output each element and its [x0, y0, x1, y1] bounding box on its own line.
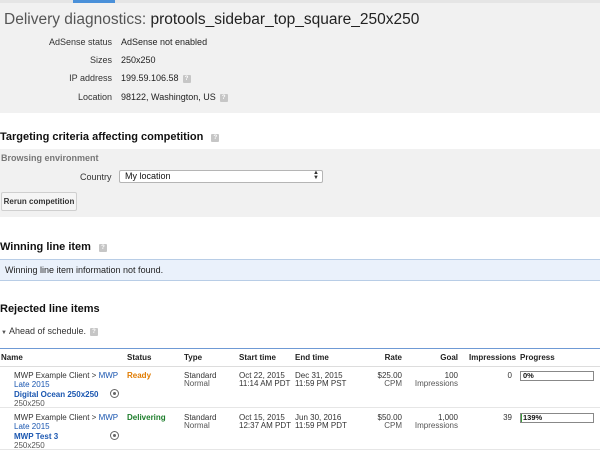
status-badge: Delivering: [127, 413, 166, 422]
column-header-status[interactable]: Status: [127, 353, 151, 362]
targeting-title-text: Targeting criteria affecting competition: [0, 131, 204, 143]
info-value-text: 98122, Washington, US: [121, 92, 216, 102]
line-item-link[interactable]: MWP Test 3: [14, 432, 58, 441]
goal-unit: Impressions: [414, 379, 458, 388]
status-badge: Ready: [127, 371, 152, 380]
progress-bar: 0%: [520, 371, 594, 381]
info-row-sizes: Sizes 250x250: [0, 55, 600, 69]
rate-unit: CPM: [384, 421, 402, 430]
info-label: Location: [77, 92, 112, 102]
end-time: 11:59 PM PDT: [295, 421, 347, 430]
row-name-path: MWP Example Client > MWP: [14, 371, 118, 380]
start-time: 12:37 AM PDT: [239, 421, 292, 430]
start-time: 11:14 AM PDT: [239, 379, 291, 388]
info-row-location: Location 98122, Washington, US?: [0, 92, 600, 106]
campaign-link-continued[interactable]: Late 2015: [14, 380, 50, 389]
help-icon[interactable]: ?: [219, 94, 228, 102]
line-item-link[interactable]: Digital Ocean 250x250: [14, 390, 99, 399]
table-row: MWP Example Client > MWP Late 2015 MWP T…: [0, 409, 600, 450]
country-select[interactable]: My location ▲ ▼: [119, 170, 323, 183]
campaign-link[interactable]: MWP: [99, 413, 119, 422]
info-label: Sizes: [89, 55, 112, 65]
end-time: 11:59 PM PST: [295, 379, 347, 388]
info-value: 250x250: [121, 55, 156, 65]
targeting-section-title: Targeting criteria affecting competition…: [0, 131, 220, 143]
client-name: MWP Example Client >: [14, 413, 97, 422]
progress-label: 0%: [523, 371, 534, 380]
ahead-of-schedule-toggle[interactable]: ▼ Ahead of schedule.?: [1, 326, 99, 336]
column-header-impressions[interactable]: Impressions: [469, 353, 516, 362]
column-header-rate[interactable]: Rate: [350, 353, 402, 362]
goal-unit: Impressions: [414, 421, 458, 430]
info-label: IP address: [69, 73, 112, 83]
type-secondary: Normal: [184, 421, 210, 430]
info-value-text: 199.59.106.58: [121, 73, 179, 83]
top-accent-bar: [0, 0, 600, 3]
help-icon[interactable]: ?: [182, 75, 191, 83]
line-item-size: 250x250: [14, 441, 45, 450]
select-arrows-icon: ▲ ▼: [313, 170, 319, 181]
info-value-with-help: 199.59.106.58?: [121, 73, 191, 83]
page-title: Delivery diagnostics: protools_sidebar_t…: [4, 11, 419, 29]
help-icon[interactable]: ?: [98, 244, 107, 252]
page-title-ad-unit: protools_sidebar_top_square_250x250: [150, 11, 420, 28]
group-label: Ahead of schedule.: [8, 326, 87, 336]
details-circle-icon[interactable]: [110, 431, 119, 440]
rejected-section-title: Rejected line items: [0, 303, 100, 315]
column-header-end-time[interactable]: End time: [295, 353, 329, 362]
column-header-progress[interactable]: Progress: [520, 353, 555, 362]
details-circle-icon[interactable]: [110, 389, 119, 398]
rate-unit: CPM: [384, 379, 402, 388]
active-tab-indicator: [73, 0, 115, 3]
page-title-prefix: Delivery diagnostics:: [4, 11, 147, 28]
help-icon[interactable]: ?: [90, 328, 99, 336]
campaign-link[interactable]: MWP: [99, 371, 119, 380]
help-icon[interactable]: ?: [211, 134, 220, 142]
country-select-value: My location: [125, 171, 171, 181]
info-row-ip-address: IP address 199.59.106.58?: [0, 73, 600, 87]
info-value-with-help: 98122, Washington, US?: [121, 92, 228, 102]
progress-label: 139%: [523, 413, 543, 422]
winning-section-title: Winning line item?: [0, 241, 107, 253]
row-name-path: MWP Example Client > MWP: [14, 413, 118, 422]
info-row-adsense-status: AdSense status AdSense not enabled: [0, 37, 600, 51]
campaign-link-continued[interactable]: Late 2015: [14, 422, 50, 431]
impressions-value: 39: [503, 413, 512, 422]
impressions-value: 0: [507, 371, 512, 380]
winning-title-text: Winning line item: [0, 241, 91, 253]
client-name: MWP Example Client >: [14, 371, 97, 380]
column-header-goal[interactable]: Goal: [410, 353, 458, 362]
column-header-start-time[interactable]: Start time: [239, 353, 276, 362]
column-header-type[interactable]: Type: [184, 353, 202, 362]
type-secondary: Normal: [184, 379, 210, 388]
progress-bar: 139%: [520, 413, 594, 423]
country-label: Country: [80, 172, 112, 182]
rerun-competition-button[interactable]: Rerun competition: [1, 192, 77, 211]
column-header-name[interactable]: Name: [1, 353, 23, 362]
table-row: MWP Example Client > MWP Late 2015 Digit…: [0, 367, 600, 408]
line-item-size: 250x250: [14, 399, 45, 408]
winning-line-item-notice: Winning line item information not found.: [0, 259, 600, 281]
browsing-environment-label: Browsing environment: [1, 153, 99, 163]
info-value: AdSense not enabled: [121, 37, 208, 47]
collapse-triangle-icon: ▼: [1, 330, 7, 336]
info-label: AdSense status: [48, 37, 112, 47]
